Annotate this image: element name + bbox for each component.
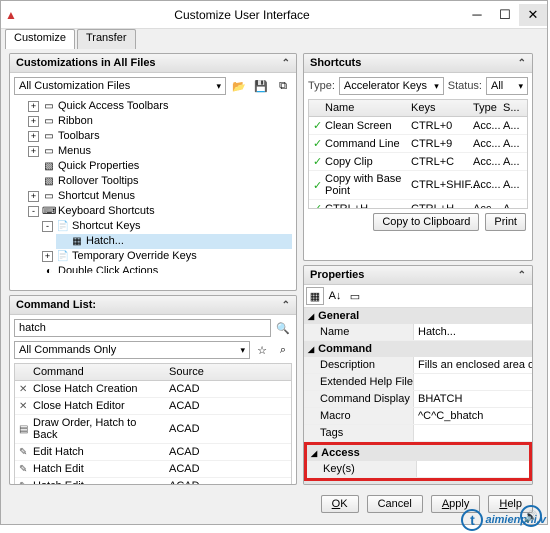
search-icon[interactable]: 🔍 xyxy=(274,319,292,337)
open-icon[interactable]: 📂 xyxy=(230,77,248,95)
tree-item[interactable]: -📄Shortcut Keys xyxy=(42,219,292,234)
tab-transfer[interactable]: Transfer xyxy=(77,29,136,49)
tree-item[interactable]: ▦Hatch... xyxy=(56,234,292,249)
command-row[interactable]: ✎Edit HatchACAD xyxy=(15,444,291,461)
command-list-panel: Command List:⌃ 🔍 All Commands Only▾ ☆ ⌕ … xyxy=(9,295,297,485)
minimize-button[interactable]: ─ xyxy=(463,4,491,26)
command-row[interactable]: ✎Hatch Edit...ACAD xyxy=(15,478,291,484)
categorized-icon[interactable]: ▦ xyxy=(306,287,324,305)
command-filter-dropdown[interactable]: All Commands Only▾ xyxy=(14,341,250,359)
command-search-input[interactable] xyxy=(14,319,271,337)
tree-item[interactable]: +📄Temporary Override Keys xyxy=(42,249,292,264)
shortcut-row[interactable]: ✓Clean ScreenCTRL+0Acc...A... xyxy=(309,117,527,135)
find-icon[interactable]: ⌕ xyxy=(274,341,292,359)
properties-title: Properties xyxy=(310,269,364,281)
tree-item[interactable]: +▭Ribbon xyxy=(28,114,292,129)
tree-item[interactable]: ◐Double Click Actions xyxy=(28,264,292,273)
shortcuts-table[interactable]: ✓Clean ScreenCTRL+0Acc...A...✓Command Li… xyxy=(308,117,528,209)
cat-general: ◢General xyxy=(304,308,532,324)
window-title: Customize User Interface xyxy=(21,8,463,22)
dialog-buttons: OOKK Cancel Apply Help xyxy=(1,489,547,519)
prop-macro: Macro^C^C_bhatch xyxy=(304,408,532,425)
reset-icon[interactable]: ▭ xyxy=(346,287,364,305)
shortcut-row[interactable]: ✓Command LineCTRL+9Acc...A... xyxy=(309,135,527,153)
collapse-icon[interactable]: ⌃ xyxy=(518,270,526,281)
cat-advanced: ◢Advanced xyxy=(304,481,532,484)
shortcut-row[interactable]: ✓Copy ClipCTRL+CAcc...A... xyxy=(309,153,527,171)
collapse-icon[interactable]: ⌃ xyxy=(282,300,290,311)
main-tabs: Customize Transfer xyxy=(1,29,547,49)
apply-button[interactable]: Apply xyxy=(431,495,481,513)
command-row[interactable]: ✕Close Hatch CreationACAD xyxy=(15,381,291,398)
prop-keys: Key(s) xyxy=(307,461,529,478)
tab-customize[interactable]: Customize xyxy=(5,29,75,49)
cui-window: ▲ Customize User Interface ─ ☐ ✕ Customi… xyxy=(0,0,548,525)
properties-grid[interactable]: ◢General NameHatch... ◢Command Descripti… xyxy=(304,308,532,484)
save-all-icon[interactable]: ⧉ xyxy=(274,77,292,95)
ok-button[interactable]: OOKK xyxy=(321,495,359,513)
prop-cmd-display-name: Command Display NamBHATCH xyxy=(304,391,532,408)
status-label: Status: xyxy=(448,80,482,92)
command-table[interactable]: ✕Close Hatch CreationACAD✕Close Hatch Ed… xyxy=(14,381,292,484)
command-row[interactable]: ✕Close Hatch EditorACAD xyxy=(15,398,291,415)
shortcut-row[interactable]: ✓Copy with Base PointCTRL+SHIF...Acc...A… xyxy=(309,171,527,200)
cat-access: ◢Access xyxy=(307,445,529,461)
cancel-button[interactable]: Cancel xyxy=(367,495,423,513)
tree-item[interactable]: +▭Toolbars xyxy=(28,129,292,144)
maximize-button[interactable]: ☐ xyxy=(491,4,519,26)
speaker-icon: 🔊 xyxy=(520,505,542,527)
prop-tags: Tags xyxy=(304,425,532,442)
prop-ext-help: Extended Help File xyxy=(304,374,532,391)
collapse-icon[interactable]: ⌃ xyxy=(282,58,290,69)
save-icon[interactable]: 💾 xyxy=(252,77,270,95)
close-button[interactable]: ✕ xyxy=(519,4,547,26)
command-row[interactable]: ▤Draw Order, Hatch to BackACAD xyxy=(15,415,291,444)
tree-item[interactable]: -⌨Keyboard Shortcuts xyxy=(28,204,292,219)
customizations-panel: Customizations in All Files ⌃ All Customi… xyxy=(9,53,297,291)
collapse-icon[interactable]: ⌃ xyxy=(518,58,526,69)
shortcuts-panel: Shortcuts ⌃ Type: Accelerator Keys▾ Statu… xyxy=(303,53,533,261)
type-dropdown[interactable]: Accelerator Keys▾ xyxy=(339,77,444,95)
titlebar: ▲ Customize User Interface ─ ☐ ✕ xyxy=(1,1,547,29)
cat-command: ◢Command xyxy=(304,341,532,357)
shortcut-row[interactable]: ✓CTRL+HCTRL+HAcc...A... xyxy=(309,200,527,209)
command-row[interactable]: ✎Hatch EditACAD xyxy=(15,461,291,478)
tree-item[interactable]: +▭Shortcut Menus xyxy=(28,189,292,204)
tree-item[interactable]: +▭Menus xyxy=(28,144,292,159)
tree-item[interactable]: ▧Rollover Tooltips xyxy=(28,174,292,189)
new-command-icon[interactable]: ☆ xyxy=(253,341,271,359)
shortcuts-title: Shortcuts xyxy=(310,57,361,69)
tree-item[interactable]: +▭Quick Access Toolbars xyxy=(28,99,292,114)
command-table-header: Command Source xyxy=(14,363,292,381)
customization-filter-dropdown[interactable]: All Customization Files▾ xyxy=(14,77,226,95)
prop-name: NameHatch... xyxy=(304,324,532,341)
copy-clipboard-button[interactable]: Copy to Clipboard xyxy=(373,213,479,231)
shortcuts-header: Name Keys Type S... xyxy=(308,99,528,117)
print-button[interactable]: Print xyxy=(485,213,526,231)
status-dropdown[interactable]: All▾ xyxy=(486,77,528,95)
alphabetical-icon[interactable]: A↓ xyxy=(326,287,344,305)
command-list-title: Command List: xyxy=(16,299,96,311)
access-highlight: ◢Access Key(s) xyxy=(304,442,532,481)
app-icon: ▲ xyxy=(1,8,21,22)
prop-description: DescriptionFills an enclosed area or sel… xyxy=(304,357,532,374)
type-label: Type: xyxy=(308,80,335,92)
customization-tree[interactable]: +▭Quick Access Toolbars+▭Ribbon+▭Toolbar… xyxy=(14,99,292,273)
tree-item[interactable]: ▧Quick Properties xyxy=(28,159,292,174)
customizations-title: Customizations in All Files xyxy=(16,57,156,69)
properties-panel: Properties ⌃ ▦ A↓ ▭ ◢General NameHatch...… xyxy=(303,265,533,485)
